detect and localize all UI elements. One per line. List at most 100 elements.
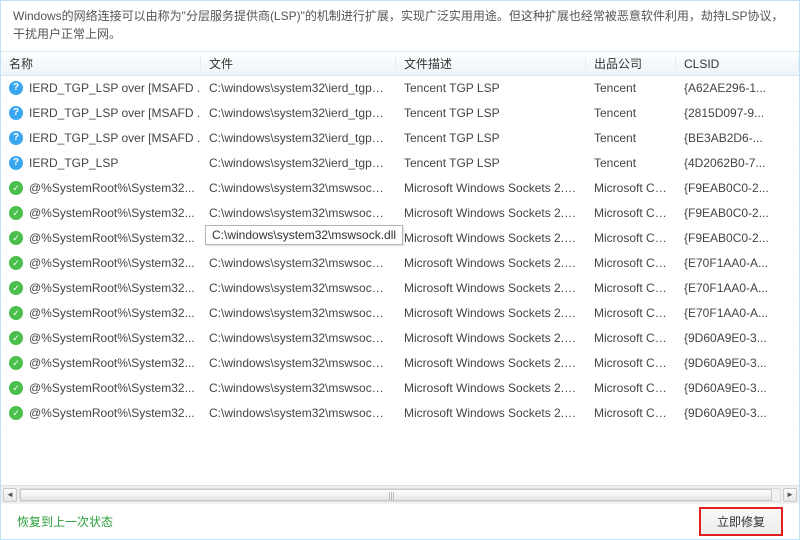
- cell-company: Tencent: [586, 106, 676, 120]
- cell-filedesc: Microsoft Windows Sockets 2.0...: [396, 331, 586, 345]
- table-row[interactable]: ✓@%SystemRoot%\System32...C:\windows\sys…: [1, 276, 799, 301]
- table-row[interactable]: ✓ @%SystemRoot%\System32... C:\windows\sys…: [1, 376, 799, 401]
- unknown-icon: ?: [9, 156, 23, 170]
- table-row[interactable]: ✓@%SystemRoot%\System32...C:\windows\sys…: [1, 326, 799, 351]
- ok-icon: ✓: [9, 181, 23, 195]
- cell-file: C:\windows\system32\ierd_tgp_l...: [201, 106, 396, 120]
- table-header: 名称 文件 文件描述 出品公司 CLSID: [1, 52, 799, 76]
- cell-clsid: {E70F1AA0-A...: [676, 281, 799, 295]
- cell-clsid: {E70F1AA0-A...: [676, 256, 799, 270]
- cell-file: C:\windows\system32\mswsock....: [201, 181, 396, 195]
- cell-filedesc: Microsoft Windows Sockets 2.0...: [396, 181, 586, 195]
- cell-clsid: {9D60A9E0-3...: [676, 406, 799, 420]
- table-row[interactable]: ?IERD_TGP_LSPC:\windows\system32\ierd_tg…: [1, 151, 799, 176]
- cell-name: IERD_TGP_LSP over [MSAFD ...: [29, 131, 201, 145]
- cell-company: Microsoft Cor...: [586, 306, 676, 320]
- col-header-name[interactable]: 名称: [1, 55, 201, 72]
- cell-name: @%SystemRoot%\System32...: [29, 331, 195, 345]
- cell-file: C:\windows\system32\mswsock....: [201, 381, 396, 395]
- scroll-thumb[interactable]: [20, 489, 772, 501]
- cell-company: Microsoft Cor...: [586, 181, 676, 195]
- ok-icon: ✓: [9, 406, 23, 420]
- cell-name: @%SystemRoot%\System32...: [29, 406, 195, 420]
- table-row[interactable]: ✓ @%SystemRoot%\System32... C:\windows\sys…: [1, 176, 799, 201]
- table-row[interactable]: ? IERD_TGP_LSP over [MSAFD ...C:\windows\…: [1, 76, 799, 101]
- cell-file: C:\windows\system32\mswsock....: [201, 256, 396, 270]
- cell-file: C:\windows\system32\mswsock....: [201, 356, 396, 370]
- cell-company: Microsoft Cor...: [586, 256, 676, 270]
- cell-file: C:\windows\system32\mswsock....: [201, 406, 396, 420]
- col-header-clsid[interactable]: CLSID: [676, 57, 799, 71]
- table-row[interactable]: ✓ @%SystemRoot%\System32... C:\windows\sys…: [1, 401, 799, 426]
- cell-name: IERD_TGP_LSP over [MSAFD ...: [29, 81, 201, 95]
- cell-company: Microsoft Cor...: [586, 331, 676, 345]
- table-row[interactable]: ✓@%SystemRoot%\System32...C:\windows\sys…: [1, 301, 799, 326]
- scroll-left-button[interactable]: ◄: [3, 488, 17, 502]
- ok-icon: ✓: [9, 281, 23, 295]
- table-row[interactable]: ? IERD_TGP_LSP over [MSAFD ...C:\windows\…: [1, 101, 799, 126]
- cell-clsid: {2815D097-9...: [676, 106, 799, 120]
- cell-filedesc: Tencent TGP LSP: [396, 156, 586, 170]
- cell-company: Tencent: [586, 156, 676, 170]
- footer: 恢复到上一次状态 立即修复: [1, 503, 799, 539]
- cell-filedesc: Microsoft Windows Sockets 2.0...: [396, 231, 586, 245]
- unknown-icon: ?: [9, 81, 23, 95]
- col-header-filedesc[interactable]: 文件描述: [396, 55, 586, 72]
- cell-filedesc: Microsoft Windows Sockets 2.0...: [396, 381, 586, 395]
- repair-button[interactable]: 立即修复: [699, 507, 783, 536]
- cell-name: @%SystemRoot%\System32...: [29, 281, 195, 295]
- cell-clsid: {9D60A9E0-3...: [676, 381, 799, 395]
- ok-icon: ✓: [9, 206, 23, 220]
- table-row[interactable]: ? IERD_TGP_LSP over [MSAFD ...C:\windows\…: [1, 126, 799, 151]
- unknown-icon: ?: [9, 131, 23, 145]
- scroll-track[interactable]: [19, 488, 781, 502]
- table-row[interactable]: ✓@%SystemRoot%\System32...C:\windows\sys…: [1, 226, 799, 251]
- cell-filedesc: Microsoft Windows Sockets 2.0...: [396, 281, 586, 295]
- cell-clsid: {BE3AB2D6-...: [676, 131, 799, 145]
- restore-link[interactable]: 恢复到上一次状态: [17, 513, 113, 530]
- cell-name: @%SystemRoot%\System32...: [29, 231, 195, 245]
- cell-file: C:\windows\system32\ierd_tgp_l...: [201, 131, 396, 145]
- ok-icon: ✓: [9, 306, 23, 320]
- cell-name: @%SystemRoot%\System32...: [29, 256, 195, 270]
- cell-clsid: {4D2062B0-7...: [676, 156, 799, 170]
- table-row[interactable]: ✓ @%SystemRoot%\System32... C:\windows\sys…: [1, 201, 799, 226]
- cell-company: Tencent: [586, 131, 676, 145]
- col-header-file[interactable]: 文件: [201, 55, 396, 72]
- cell-company: Microsoft Cor...: [586, 356, 676, 370]
- cell-filedesc: Tencent TGP LSP: [396, 106, 586, 120]
- ok-icon: ✓: [9, 256, 23, 270]
- cell-clsid: {9D60A9E0-3...: [676, 331, 799, 345]
- cell-clsid: {9D60A9E0-3...: [676, 356, 799, 370]
- ok-icon: ✓: [9, 381, 23, 395]
- cell-filedesc: Tencent TGP LSP: [396, 131, 586, 145]
- description-text: Windows的网络连接可以由称为"分层服务提供商(LSP)"的机制进行扩展，实…: [1, 1, 799, 52]
- cell-name: @%SystemRoot%\System32...: [29, 356, 195, 370]
- cell-filedesc: Microsoft Windows Sockets 2.0...: [396, 256, 586, 270]
- cell-file: C:\windows\system32\mswsock....: [201, 231, 396, 245]
- cell-file: C:\windows\system32\ierd_tgp_l...: [201, 81, 396, 95]
- cell-company: Microsoft Cor...: [586, 206, 676, 220]
- cell-name: @%SystemRoot%\System32...: [29, 381, 195, 395]
- cell-company: Microsoft Cor...: [586, 281, 676, 295]
- horizontal-scrollbar[interactable]: ◄ ►: [1, 485, 799, 503]
- cell-name: @%SystemRoot%\System32...: [29, 206, 195, 220]
- cell-company: Microsoft Cor...: [586, 406, 676, 420]
- cell-name: IERD_TGP_LSP: [29, 156, 118, 170]
- cell-name: IERD_TGP_LSP over [MSAFD ...: [29, 106, 201, 120]
- cell-filedesc: Microsoft Windows Sockets 2.0...: [396, 306, 586, 320]
- table-row[interactable]: ✓@%SystemRoot%\System32...C:\windows\sys…: [1, 351, 799, 376]
- cell-clsid: {F9EAB0C0-2...: [676, 206, 799, 220]
- table-row[interactable]: ✓ @%SystemRoot%\System32... C:\windows\sys…: [1, 251, 799, 276]
- scroll-right-button[interactable]: ►: [783, 488, 797, 502]
- col-header-company[interactable]: 出品公司: [586, 55, 676, 72]
- cell-clsid: {F9EAB0C0-2...: [676, 181, 799, 195]
- ok-icon: ✓: [9, 331, 23, 345]
- cell-filedesc: Microsoft Windows Sockets 2.0...: [396, 356, 586, 370]
- cell-file: C:\windows\system32\mswsock....: [201, 206, 396, 220]
- cell-name: @%SystemRoot%\System32...: [29, 306, 195, 320]
- cell-clsid: {A62AE296-1...: [676, 81, 799, 95]
- cell-name: @%SystemRoot%\System32...: [29, 181, 195, 195]
- cell-company: Tencent: [586, 81, 676, 95]
- unknown-icon: ?: [9, 106, 23, 120]
